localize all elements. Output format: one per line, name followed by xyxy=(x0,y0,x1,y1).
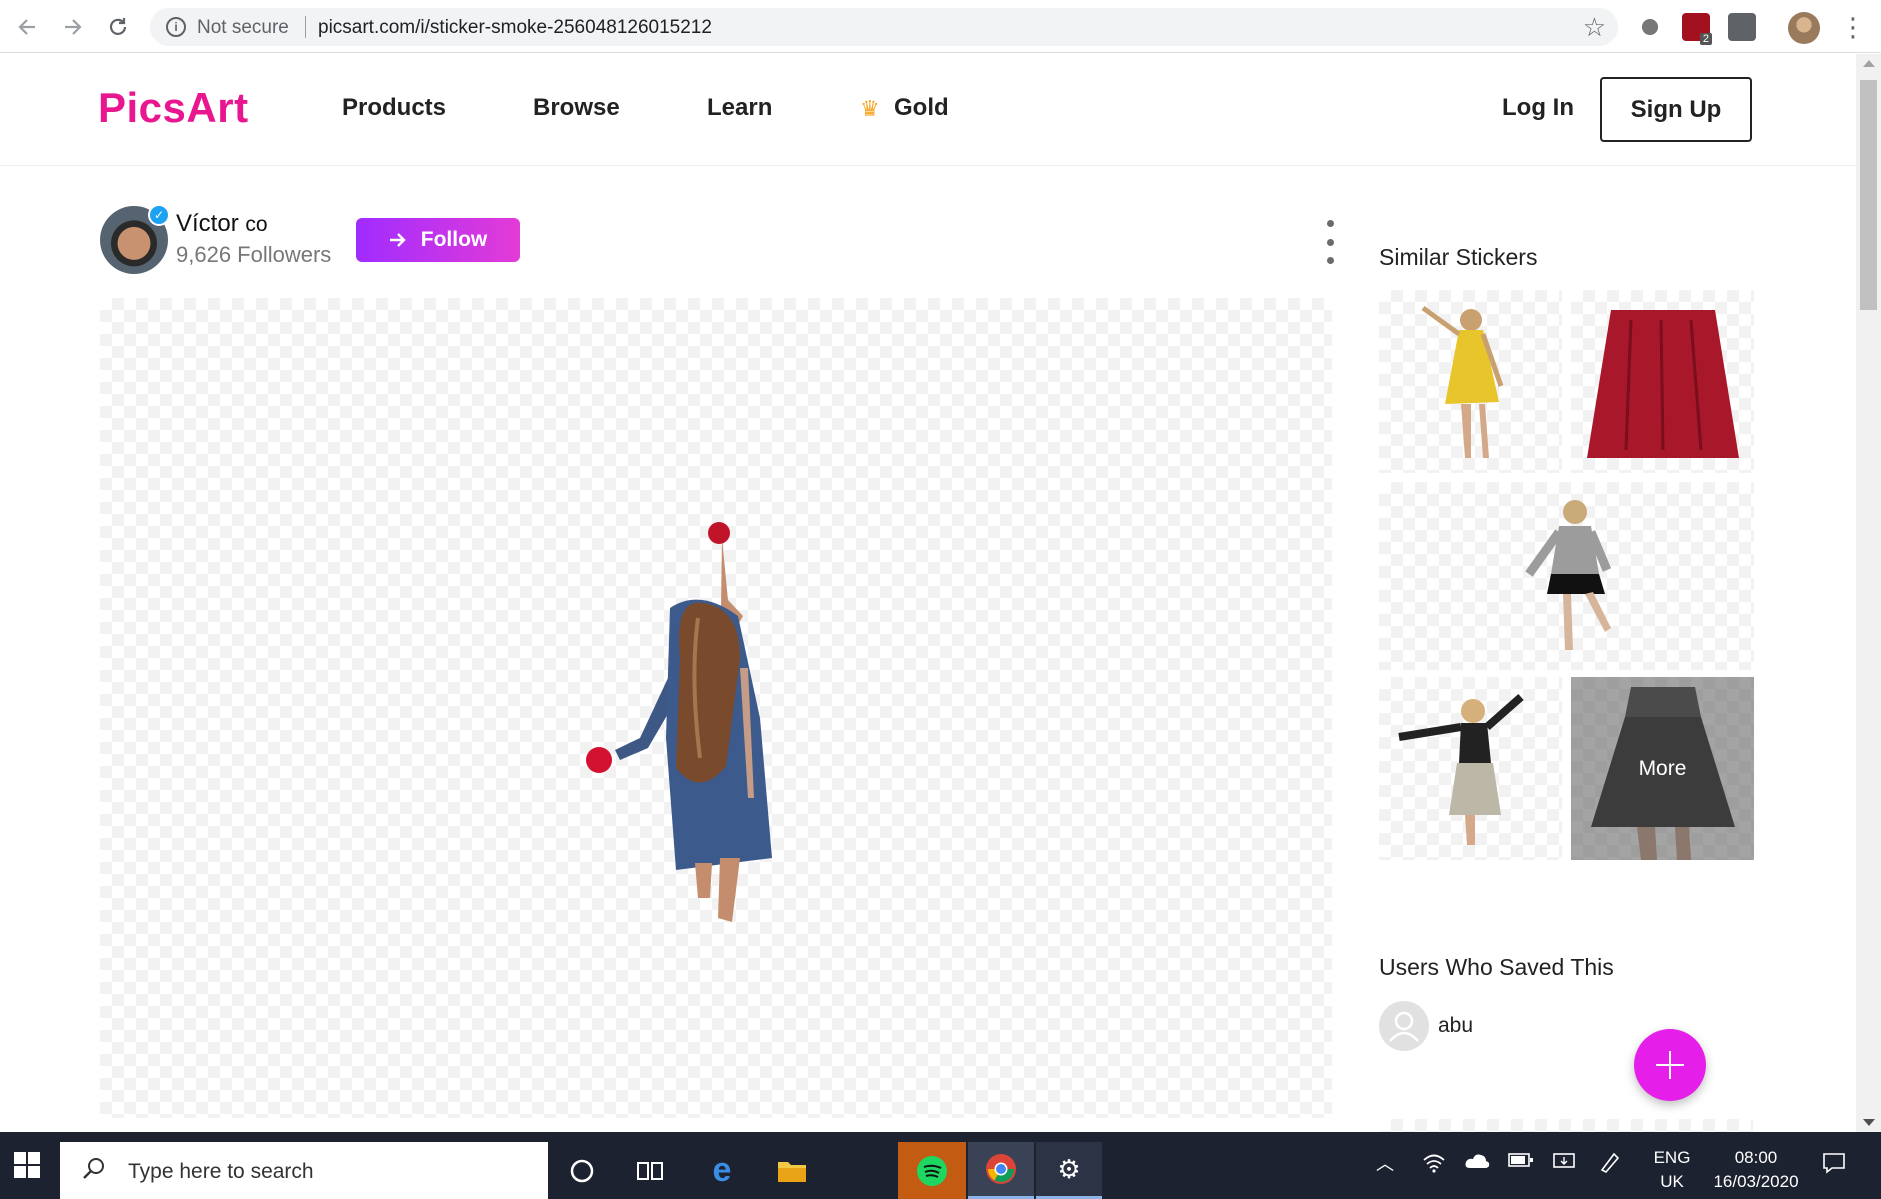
verified-badge-icon: ✓ xyxy=(148,204,170,226)
saver-name[interactable]: abu xyxy=(1438,1014,1473,1038)
users-saved-title: Users Who Saved This xyxy=(1379,954,1614,980)
onedrive-icon[interactable] xyxy=(1464,1152,1490,1175)
saver-avatar[interactable] xyxy=(1379,1001,1429,1051)
more-label: More xyxy=(1638,756,1687,780)
file-explorer-icon[interactable] xyxy=(762,1142,822,1199)
similar-sticker-thumb[interactable] xyxy=(1379,290,1562,473)
nav-browse[interactable]: Browse xyxy=(533,94,620,122)
edge-icon[interactable]: e xyxy=(692,1142,752,1199)
tray-chevron-icon[interactable]: ︿ xyxy=(1376,1150,1394,1176)
settings-gear-icon[interactable]: ⚙ xyxy=(1036,1142,1102,1199)
clock-date: 16/03/2020 xyxy=(1713,1172,1799,1191)
follower-count: 9,626 Followers xyxy=(176,242,332,267)
taskbar-clock[interactable]: 08:00 16/03/2020 xyxy=(1708,1146,1804,1194)
bookmark-star-icon[interactable]: ☆ xyxy=(1583,12,1606,43)
user-placeholder-icon xyxy=(1389,1011,1419,1042)
follow-button[interactable]: Follow xyxy=(356,218,520,262)
similar-sticker-thumb[interactable] xyxy=(1571,290,1754,473)
url-text[interactable]: picsart.com/i/sticker-smoke-256048126015… xyxy=(318,17,712,39)
arrow-right-icon xyxy=(389,233,406,247)
create-plus-button[interactable] xyxy=(1634,1029,1706,1101)
display-icon[interactable] xyxy=(1552,1152,1576,1177)
chrome-menu-icon[interactable]: ⋮ xyxy=(1840,12,1866,42)
author-name-line[interactable]: Víctor co xyxy=(176,210,268,238)
sticker-image[interactable] xyxy=(100,298,1332,1118)
wifi-icon[interactable] xyxy=(1422,1152,1446,1179)
search-icon xyxy=(83,1158,104,1179)
pen-icon[interactable] xyxy=(1598,1150,1622,1179)
task-view-icon[interactable] xyxy=(620,1142,680,1199)
scroll-up-icon[interactable] xyxy=(1863,60,1875,67)
ublock-icon[interactable]: 2 xyxy=(1682,13,1712,45)
forward-icon[interactable] xyxy=(56,10,90,44)
back-icon[interactable] xyxy=(10,10,44,44)
spotify-icon[interactable] xyxy=(898,1142,966,1199)
info-icon[interactable]: i xyxy=(166,17,186,37)
search-placeholder: Type here to search xyxy=(128,1160,314,1183)
windows-start-icon[interactable] xyxy=(14,1152,40,1178)
author-name[interactable]: Víctor xyxy=(176,210,239,237)
red-gown-figure xyxy=(1587,310,1739,458)
reload-icon[interactable] xyxy=(101,10,135,44)
more-options-icon[interactable] xyxy=(1322,220,1338,264)
extension-eye-icon[interactable] xyxy=(1636,13,1664,41)
chrome-icon[interactable] xyxy=(968,1142,1034,1199)
nav-products[interactable]: Products xyxy=(342,94,446,122)
picsart-logo[interactable]: PicsArt xyxy=(98,84,249,132)
browser-toolbar: i Not secure picsart.com/i/sticker-smoke… xyxy=(0,0,1881,53)
profile-avatar[interactable] xyxy=(1788,12,1820,44)
address-separator xyxy=(305,16,306,38)
grey-sweater-figure xyxy=(1525,500,1612,650)
nav-gold[interactable]: Gold xyxy=(894,94,949,122)
author-name-suffix: co xyxy=(245,213,268,236)
more-overlay[interactable]: More xyxy=(1571,677,1754,860)
sticker-figure xyxy=(586,522,772,922)
similar-sticker-thumb[interactable] xyxy=(1379,677,1562,860)
page-scrollbar[interactable] xyxy=(1856,54,1881,1132)
battery-icon[interactable] xyxy=(1508,1152,1534,1173)
similar-sticker-more[interactable]: More xyxy=(1571,677,1754,860)
notifications-icon[interactable] xyxy=(1822,1152,1846,1179)
cortana-icon[interactable] xyxy=(552,1142,612,1199)
extension-badge: 2 xyxy=(1699,33,1712,45)
signup-button[interactable]: Sign Up xyxy=(1600,77,1752,142)
yellow-dress-figure xyxy=(1421,305,1504,458)
similar-sticker-thumb[interactable] xyxy=(1379,482,1754,670)
saved-users-row xyxy=(1379,1119,1753,1132)
floral-dress-figure xyxy=(1398,694,1524,845)
login-link[interactable]: Log In xyxy=(1502,94,1574,122)
web-page: PicsArt Products Browse Learn ♛ Gold Log… xyxy=(0,54,1856,1132)
taskbar-search[interactable]: Type here to search xyxy=(60,1142,548,1199)
language-code: ENG xyxy=(1653,1148,1691,1167)
clock-time: 08:00 xyxy=(1734,1148,1778,1167)
extension-pen-icon[interactable] xyxy=(1728,13,1756,41)
language-indicator[interactable]: ENG UK xyxy=(1652,1146,1692,1194)
follow-label: Follow xyxy=(420,228,488,251)
address-bar[interactable]: i Not secure picsart.com/i/sticker-smoke… xyxy=(150,8,1618,46)
scroll-thumb[interactable] xyxy=(1860,80,1877,310)
scroll-down-icon[interactable] xyxy=(1863,1119,1875,1126)
site-header: PicsArt Products Browse Learn ♛ Gold Log… xyxy=(0,54,1856,166)
language-region: UK xyxy=(1660,1172,1684,1191)
security-label: Not secure xyxy=(197,17,289,38)
similar-stickers-title: Similar Stickers xyxy=(1379,244,1538,270)
nav-learn[interactable]: Learn xyxy=(707,94,772,122)
crown-icon: ♛ xyxy=(860,96,880,121)
windows-taskbar: Type here to search e ⚙ ︿ ENG UK 08:00 1… xyxy=(0,1132,1881,1199)
